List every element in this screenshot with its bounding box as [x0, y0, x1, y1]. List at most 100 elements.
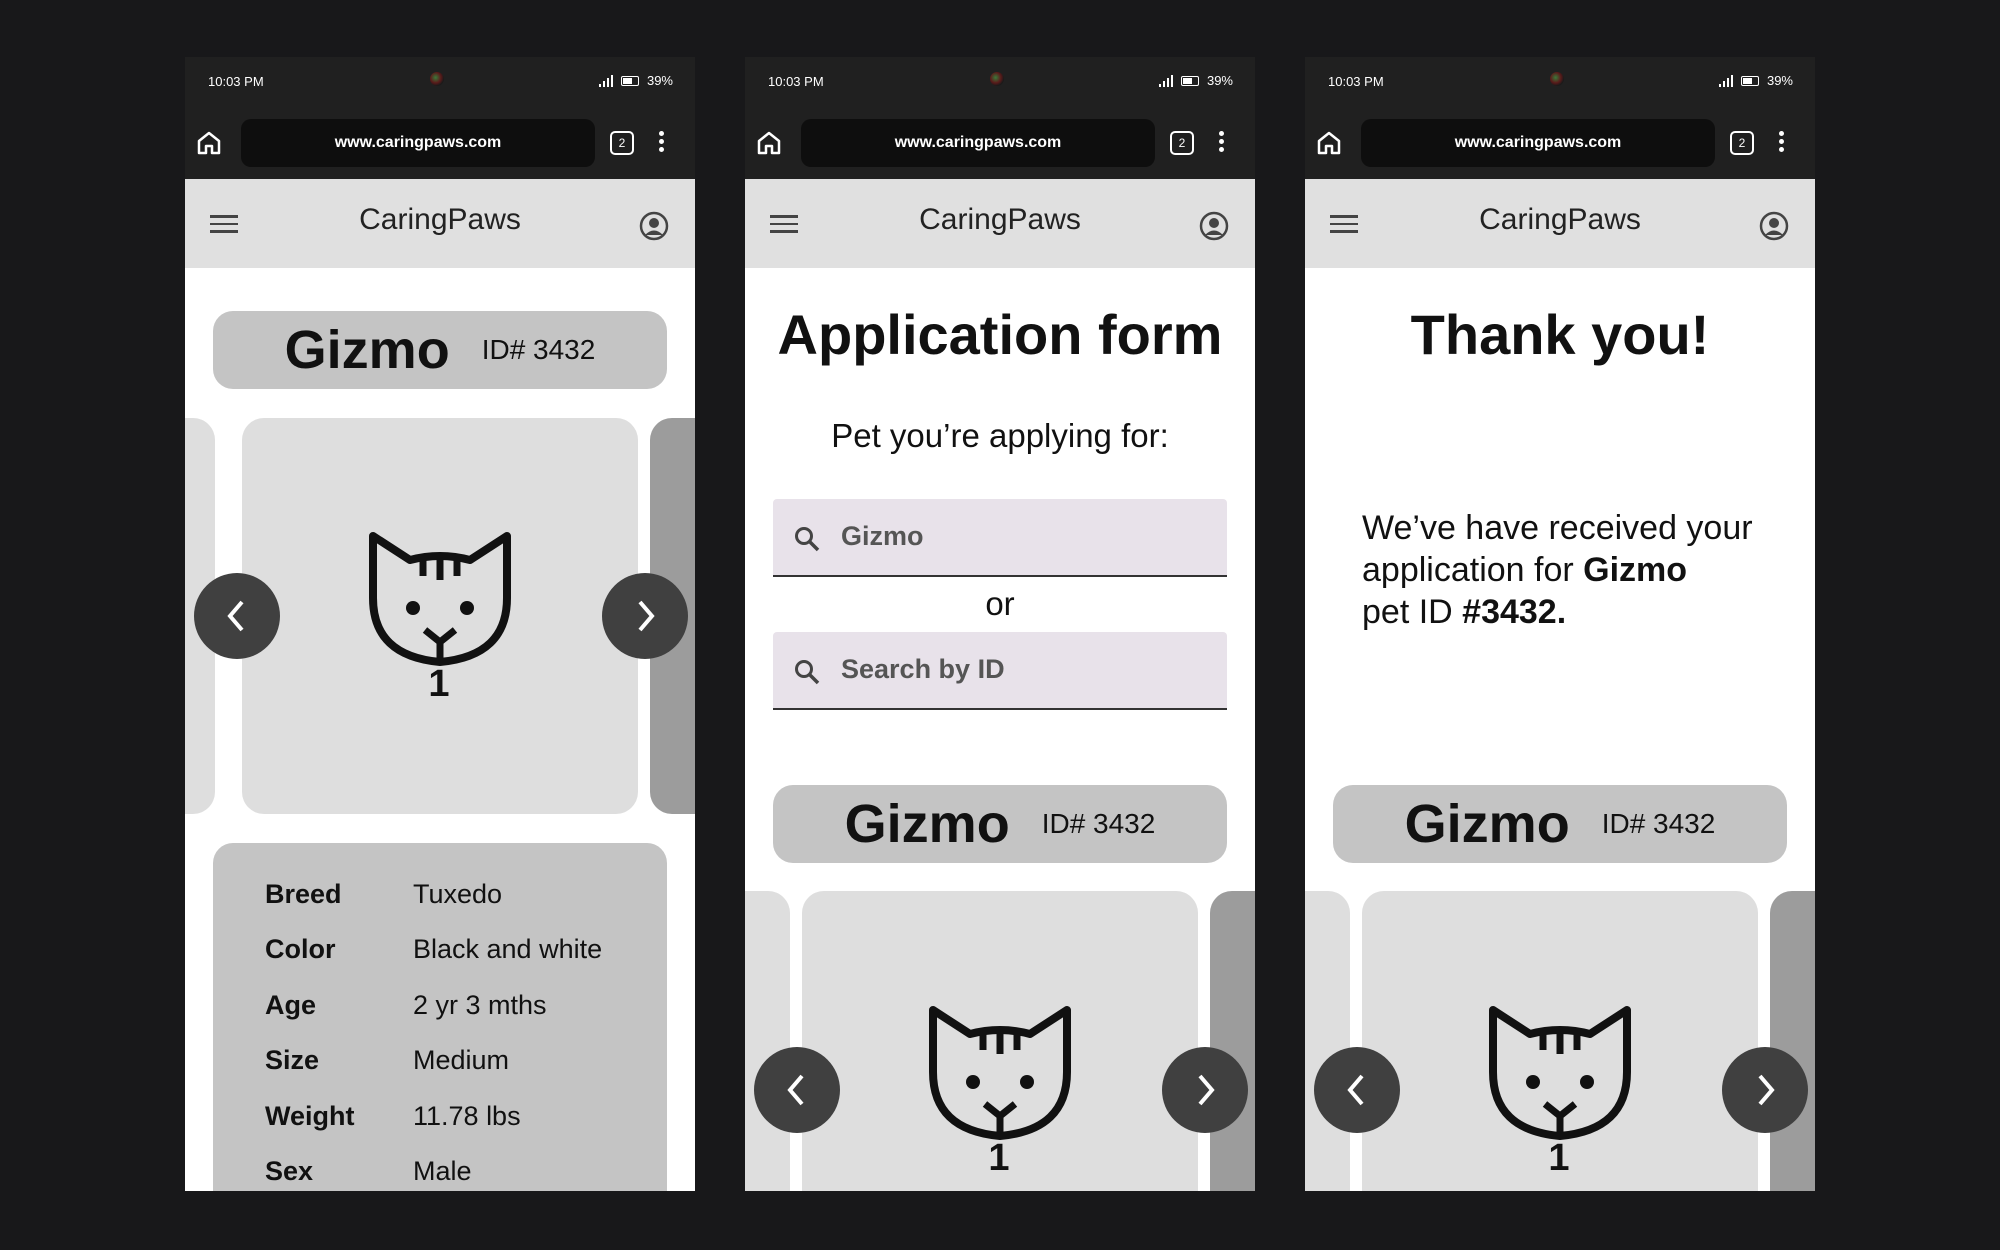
status-time: 10:03 PM [208, 74, 264, 89]
carousel-next-button[interactable] [602, 573, 688, 659]
home-icon[interactable] [753, 127, 785, 159]
pet-id: ID# 3432 [481, 334, 596, 365]
detail-label: Color [265, 934, 336, 964]
more-vert-icon[interactable] [1775, 129, 1787, 159]
url-bar[interactable]: www.caringpaws.com [241, 119, 595, 167]
pet-details-card: Breed Tuxedo Color Black and white Age 2 yr… [213, 843, 667, 1191]
battery-icon [1180, 75, 1199, 86]
battery-level: 39% [646, 73, 673, 88]
browser-toolbar: www.caringpaws.com 2 [745, 107, 1255, 179]
detail-label: Sex [265, 1156, 314, 1186]
home-icon[interactable] [1313, 127, 1345, 159]
cat-icon [929, 1006, 1071, 1140]
page-heading: Application form [777, 303, 1223, 366]
status-time: 10:03 PM [1328, 74, 1384, 89]
chevron-right-icon [638, 600, 655, 632]
tab-switcher-icon[interactable]: 2 [1170, 131, 1194, 155]
detail-label: Weight [265, 1101, 355, 1131]
app-title: CaringPaws [1479, 203, 1641, 236]
pet-name: Gizmo [844, 794, 1010, 854]
home-icon[interactable] [193, 127, 225, 159]
detail-value: Medium [413, 1045, 510, 1075]
chevron-right-icon [1758, 1074, 1775, 1106]
carousel-slide-number: 1 [428, 663, 450, 705]
detail-label: Age [265, 990, 317, 1020]
signal-icon [1718, 74, 1733, 87]
status-bar: 10:03 PM 39% [185, 57, 695, 107]
account-circle-icon[interactable] [639, 211, 669, 241]
confirmation-pet-name: Gizmo [1583, 551, 1688, 589]
confirmation-line3-prefix: pet ID [1362, 593, 1463, 631]
confirmation-line2-prefix: application for [1362, 551, 1584, 589]
pet-name: Gizmo [284, 320, 450, 380]
phone-screen-application-form: 10:03 PM 39% www.caringpaws.com 2 Caring… [745, 57, 1255, 1191]
url-bar[interactable]: www.caringpaws.com [801, 119, 1155, 167]
carousel-prev-card[interactable] [1305, 891, 1350, 1191]
search-icon [795, 660, 820, 685]
signal-icon [598, 74, 613, 87]
carousel-prev-card[interactable] [745, 891, 790, 1191]
browser-toolbar: www.caringpaws.com 2 [185, 107, 695, 179]
pet-name-search-value: Gizmo [841, 521, 924, 551]
battery-icon [1740, 75, 1759, 86]
applying-for-label: Pet you’re applying for: [831, 417, 1169, 454]
url-bar[interactable]: www.caringpaws.com [1361, 119, 1715, 167]
detail-value: 2 yr 3 mths [413, 990, 547, 1020]
app-title: CaringPaws [919, 203, 1081, 236]
camera-indicator-icon [1550, 72, 1564, 86]
carousel-next-card[interactable] [1210, 891, 1255, 1191]
battery-level: 39% [1766, 73, 1793, 88]
app-header: CaringPaws [185, 179, 695, 268]
status-bar: 10:03 PM 39% [745, 57, 1255, 107]
carousel-prev-button[interactable] [194, 573, 280, 659]
account-circle-icon[interactable] [1759, 211, 1789, 241]
phone-screen-pet-details: 10:03 PM 39% www.caringpaws.com 2 Caring… [185, 57, 695, 1191]
more-vert-icon[interactable] [655, 129, 667, 159]
carousel-slide-number: 1 [1548, 1137, 1570, 1179]
carousel-prev-button[interactable] [754, 1047, 840, 1133]
pet-header: Gizmo ID# 3432 [213, 311, 667, 389]
status-time: 10:03 PM [768, 74, 824, 89]
account-circle-icon[interactable] [1199, 211, 1229, 241]
pet-id: ID# 3432 [1601, 808, 1716, 839]
app-title: CaringPaws [359, 203, 521, 236]
more-vert-icon[interactable] [1215, 129, 1227, 159]
carousel-next-button[interactable] [1722, 1047, 1808, 1133]
cat-icon [1489, 1006, 1631, 1140]
carousel-next-button[interactable] [1162, 1047, 1248, 1133]
confirmation-line1: We’ve have received your [1362, 509, 1753, 547]
carousel-next-card[interactable] [1770, 891, 1815, 1191]
confirmation-pet-id: #3432. [1462, 593, 1567, 631]
camera-indicator-icon [990, 72, 1004, 86]
or-divider: or [985, 585, 1015, 622]
pet-name: Gizmo [1404, 794, 1570, 854]
app-header: CaringPaws [1305, 179, 1815, 268]
battery-level: 39% [1206, 73, 1233, 88]
status-bar: 10:03 PM 39% [1305, 57, 1815, 107]
pet-header: Gizmo ID# 3432 [773, 785, 1227, 863]
detail-value: Tuxedo [413, 879, 503, 909]
pet-id-search-placeholder: Search by ID [841, 654, 1005, 684]
detail-value: Black and white [413, 934, 603, 964]
camera-indicator-icon [430, 72, 444, 86]
chevron-left-icon [787, 1074, 804, 1106]
pet-header: Gizmo ID# 3432 [1333, 785, 1787, 863]
detail-value: 11.78 lbs [413, 1101, 521, 1131]
app-header: CaringPaws [745, 179, 1255, 268]
chevron-left-icon [227, 600, 244, 632]
pet-name-search-field[interactable]: Gizmo [773, 499, 1227, 577]
search-icon [795, 527, 820, 552]
tab-switcher-icon[interactable]: 2 [1730, 131, 1754, 155]
chevron-left-icon [1347, 1074, 1364, 1106]
detail-label: Breed [265, 879, 342, 909]
pet-id-search-field[interactable]: Search by ID [773, 632, 1227, 710]
pet-id: ID# 3432 [1041, 808, 1156, 839]
confirmation-message: We’ve have received your application for… [1362, 507, 1782, 633]
chevron-right-icon [1198, 1074, 1215, 1106]
detail-label: Size [265, 1045, 320, 1075]
browser-toolbar: www.caringpaws.com 2 [1305, 107, 1815, 179]
cat-icon [369, 532, 511, 666]
battery-icon [620, 75, 639, 86]
tab-switcher-icon[interactable]: 2 [610, 131, 634, 155]
carousel-prev-button[interactable] [1314, 1047, 1400, 1133]
